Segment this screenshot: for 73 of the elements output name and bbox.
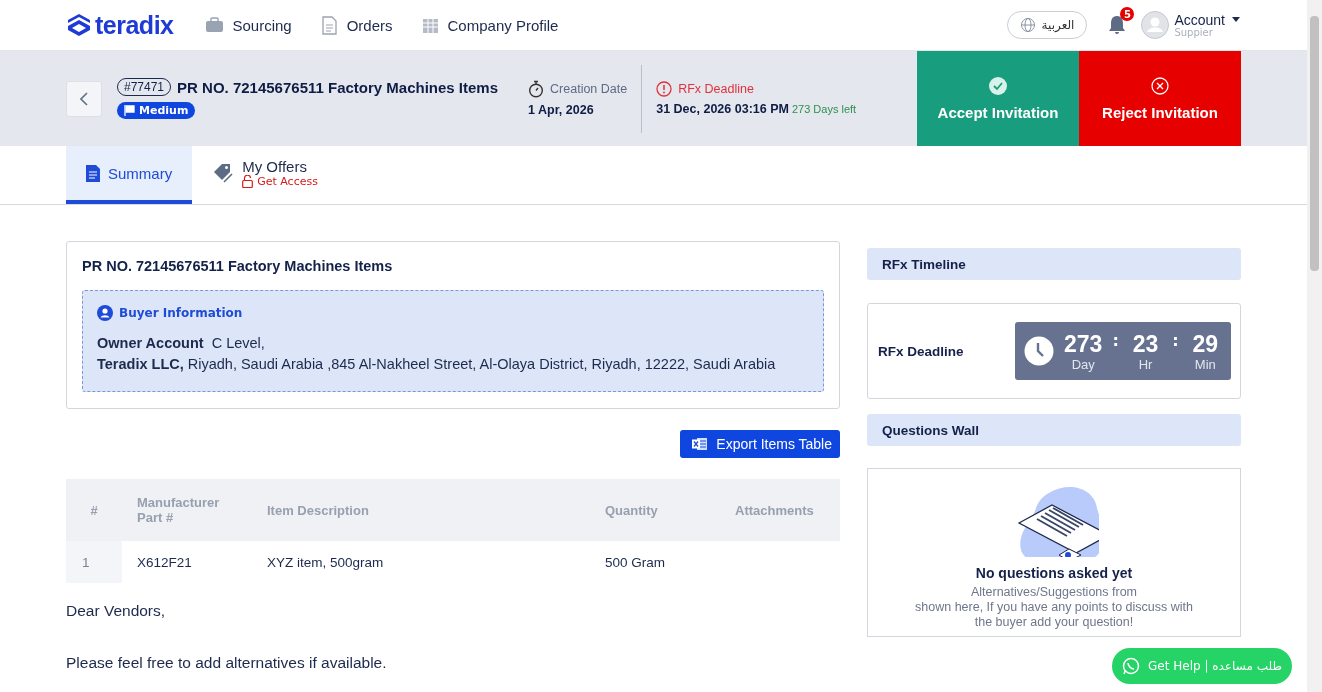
separator-text: :	[1112, 331, 1119, 350]
user-icon	[97, 305, 113, 321]
column-header: Item Description	[257, 479, 595, 541]
message-text: Please feel free to add alternatives if available.	[66, 654, 388, 672]
get-access-link[interactable]: Get Access	[257, 175, 318, 188]
nav-link[interactable]: Sourcing	[205, 15, 292, 35]
countdown-value: 29	[1192, 330, 1219, 357]
countdown-unit: Day	[1071, 356, 1095, 372]
countdown-value: 23	[1132, 330, 1159, 357]
reject-button[interactable]: Reject Invitation	[1079, 51, 1241, 146]
avatar-icon	[1141, 11, 1170, 39]
tag-icon	[212, 163, 235, 183]
flag-icon	[124, 105, 135, 116]
logo-text[interactable]: teradix	[95, 10, 174, 40]
close-icon	[1151, 76, 1169, 95]
company-address: Riyadh, Saudi Arabia ,845 Al-Nakheel Street, Al-Olaya District, Riyadh, 12222, Saudi Arabia	[187, 356, 776, 372]
empty-state-title: No questions asked yet	[975, 565, 1133, 581]
document-icon	[86, 164, 100, 182]
briefcase-icon	[205, 15, 225, 35]
owner-label: Owner Account	[97, 335, 204, 351]
days-left: 273 Days left	[791, 103, 857, 115]
owner-value: C Level,	[211, 335, 265, 351]
deadline-label: RFx Deadline	[678, 82, 754, 96]
section-header: Questions Wall	[867, 414, 1241, 446]
table-cell: XYZ item, 500gram	[257, 541, 595, 583]
deadline-label: RFx Deadline	[878, 343, 964, 359]
buyer-info-heading: Buyer Information	[119, 306, 243, 320]
globe-icon	[1019, 17, 1036, 33]
message-text: Dear Vendors,	[66, 602, 167, 620]
nav-link[interactable]: Orders	[319, 15, 393, 35]
back-button[interactable]	[66, 80, 102, 117]
empty-state-text: Alternatives/Suggestions from	[970, 585, 1138, 600]
account-role: Suppier	[1174, 28, 1214, 38]
column-header: Manufacturer Part #	[122, 479, 257, 541]
tab[interactable]: My Offers Get Access	[192, 146, 338, 204]
chevron-left-icon	[80, 91, 88, 106]
export-button[interactable]: Export Items Table	[680, 430, 840, 458]
request-title: PR NO. 72145676511 Factory Machines Items	[177, 78, 499, 96]
empty-state-text: shown here, If you have any points to discuss with	[915, 600, 1193, 615]
stopwatch-icon	[528, 80, 545, 98]
section-header: RFx Timeline	[867, 248, 1241, 280]
countdown-value: 273	[1064, 330, 1103, 357]
logo-icon	[66, 12, 92, 38]
caret-icon	[1231, 17, 1241, 23]
spreadsheet-icon	[692, 437, 709, 451]
document-icon	[319, 15, 339, 35]
countdown-unit: Hr	[1138, 356, 1153, 372]
separator-text: :	[1172, 331, 1179, 350]
scrollbar-thumb[interactable]	[1310, 16, 1319, 271]
creation-date: 1 Apr, 2026	[528, 103, 595, 117]
tab[interactable]: Summary	[66, 146, 193, 204]
table-cell: X612F21	[122, 541, 257, 583]
clock-icon	[1024, 336, 1054, 366]
check-icon	[989, 76, 1007, 95]
company-name: Teradix LLC,	[97, 356, 184, 372]
creation-date-label: Creation Date	[550, 82, 628, 96]
notification-badge: 5	[1120, 7, 1135, 21]
alert-icon	[656, 81, 673, 97]
deadline-date: 31 Dec, 2026 03:16 PM	[656, 102, 789, 116]
account-name[interactable]: Account	[1174, 12, 1225, 28]
column-header: #	[66, 479, 122, 541]
priority-badge: Medium	[117, 102, 196, 119]
summary-title: PR NO. 72145676511 Factory Machines Items	[82, 258, 394, 274]
table-cell: 500 Gram	[595, 541, 725, 583]
column-header: Attachments	[725, 479, 840, 541]
countdown-unit: Min	[1194, 356, 1216, 372]
nav-link[interactable]: Company Profile	[420, 15, 559, 35]
empty-state-text: the buyer add your question!	[974, 615, 1134, 630]
lock-icon	[242, 175, 254, 188]
whatsapp-icon	[1122, 657, 1141, 675]
column-header: Quantity	[595, 479, 725, 541]
language-button[interactable]: العربية	[1006, 11, 1088, 39]
table-cell: 1	[66, 541, 122, 583]
